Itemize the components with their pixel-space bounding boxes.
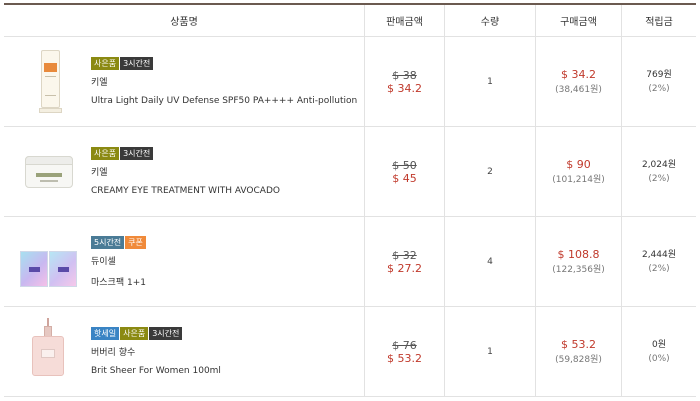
table-header: 상품명 판매금액 수량 구매금액 적립금 (4, 3, 696, 37)
badge-time: 3시간전 (120, 147, 154, 160)
badge-coupon: 쿠폰 (125, 235, 146, 249)
quantity-cell: 1 (445, 37, 536, 126)
points-rate: (0%) (648, 353, 670, 364)
original-price: $ 50 (392, 158, 417, 172)
badge-time: 3시간전 (149, 327, 183, 340)
points-cell: 769원 (2%) (622, 37, 696, 126)
price-cell: $ 50 $ 45 (365, 127, 445, 216)
total-cell: $ 34.2 (38,461원) (536, 37, 622, 126)
badge-gift: 사은품 (91, 147, 120, 160)
price-cell: $ 76 $ 53.2 (365, 307, 445, 396)
product-cell: 5시간전 쿠폰 듀이셀 마스크팩 1+1 (4, 217, 365, 306)
product-cell: 사은품 3시간전 키엘 CREAMY EYE TREATMENT WITH AV… (4, 127, 365, 216)
quantity-cell: 1 (445, 307, 536, 396)
points-value: 2,444원 (641, 249, 677, 260)
original-price: $ 38 (392, 68, 417, 82)
total-cell: $ 108.8 (122,356원) (536, 217, 622, 306)
product-name[interactable]: 마스크팩 1+1 (91, 275, 146, 288)
table-row: 사은품 3시간전 키엘 Ultra Light Daily UV Defense… (4, 37, 696, 127)
order-table: 상품명 판매금액 수량 구매금액 적립금 사은품 3시간전 키엘 Ultra L… (4, 3, 696, 397)
product-brand: 키엘 (91, 78, 108, 88)
points-cell: 2,444원 (2%) (622, 217, 696, 306)
product-name[interactable]: CREAMY EYE TREATMENT WITH AVOCADO (91, 186, 280, 196)
badge-gift: 사은품 (91, 57, 120, 70)
price-cell: $ 38 $ 34.2 (365, 37, 445, 126)
perfume-bottle-icon[interactable] (14, 316, 84, 388)
badge-group: 사은품 3시간전 (91, 147, 280, 160)
points-cell: 0원 (0%) (622, 307, 696, 396)
quantity-value: 1 (487, 346, 493, 357)
table-row: 핫세일 사은품 3시간전 버버리 향수 Brit Sheer For Women… (4, 307, 696, 397)
quantity-cell: 4 (445, 217, 536, 306)
product-cell: 핫세일 사은품 3시간전 버버리 향수 Brit Sheer For Women… (4, 307, 365, 396)
sale-price: $ 45 (392, 171, 417, 185)
mask-pack-icon[interactable] (14, 226, 84, 298)
total-usd: $ 90 (566, 158, 591, 171)
badge-time: 5시간전 (91, 235, 125, 249)
total-usd: $ 34.2 (561, 68, 596, 81)
total-krw: (59,828원) (555, 355, 602, 365)
header-price: 판매금액 (365, 5, 445, 36)
badge-group: 5시간전 쿠폰 (91, 235, 146, 249)
total-krw: (38,461원) (555, 85, 602, 95)
total-usd: $ 53.2 (561, 338, 596, 351)
product-brand: 듀이셀 (91, 256, 116, 267)
header-quantity: 수량 (445, 5, 536, 36)
total-usd: $ 108.8 (557, 248, 600, 261)
product-name[interactable]: Ultra Light Daily UV Defense SPF50 PA+++… (91, 96, 357, 106)
points-rate: (2%) (648, 83, 670, 94)
badge-hot-sale: 핫세일 (91, 327, 120, 340)
sale-price: $ 53.2 (387, 351, 422, 365)
badge-group: 핫세일 사은품 3시간전 (91, 327, 221, 340)
product-name[interactable]: Brit Sheer For Women 100ml (91, 366, 221, 376)
points-rate: (2%) (648, 173, 670, 184)
total-cell: $ 53.2 (59,828원) (536, 307, 622, 396)
badge-gift: 사은품 (120, 327, 149, 340)
header-product: 상품명 (4, 5, 365, 36)
product-brand: 키엘 (91, 168, 108, 178)
quantity-value: 1 (487, 76, 493, 87)
points-cell: 2,024원 (2%) (622, 127, 696, 216)
badge-time: 3시간전 (120, 57, 154, 70)
badge-group: 사은품 3시간전 (91, 57, 357, 70)
quantity-cell: 2 (445, 127, 536, 216)
total-cell: $ 90 (101,214원) (536, 127, 622, 216)
product-brand: 버버리 향수 (91, 348, 136, 358)
points-value: 0원 (651, 339, 666, 350)
points-value: 2,024원 (641, 159, 677, 170)
header-points: 적립금 (645, 17, 673, 28)
points-rate: (2%) (648, 263, 670, 274)
sunscreen-tube-icon[interactable] (14, 46, 84, 118)
quantity-value: 2 (487, 166, 493, 177)
points-value: 769원 (646, 69, 672, 80)
original-price: $ 32 (392, 248, 417, 262)
sale-price: $ 27.2 (387, 261, 422, 275)
quantity-value: 4 (487, 256, 493, 267)
header-total: 구매금액 (536, 5, 622, 36)
sale-price: $ 34.2 (387, 81, 422, 95)
product-cell: 사은품 3시간전 키엘 Ultra Light Daily UV Defense… (4, 37, 365, 126)
total-krw: (101,214원) (552, 175, 605, 185)
price-cell: $ 32 $ 27.2 (365, 217, 445, 306)
total-krw: (122,356원) (552, 265, 605, 275)
table-row: 사은품 3시간전 키엘 CREAMY EYE TREATMENT WITH AV… (4, 127, 696, 217)
original-price: $ 76 (392, 338, 417, 352)
cream-jar-icon[interactable] (14, 136, 84, 208)
table-row: 5시간전 쿠폰 듀이셀 마스크팩 1+1 $ 32 $ 27.2 4 $ 108… (4, 217, 696, 307)
